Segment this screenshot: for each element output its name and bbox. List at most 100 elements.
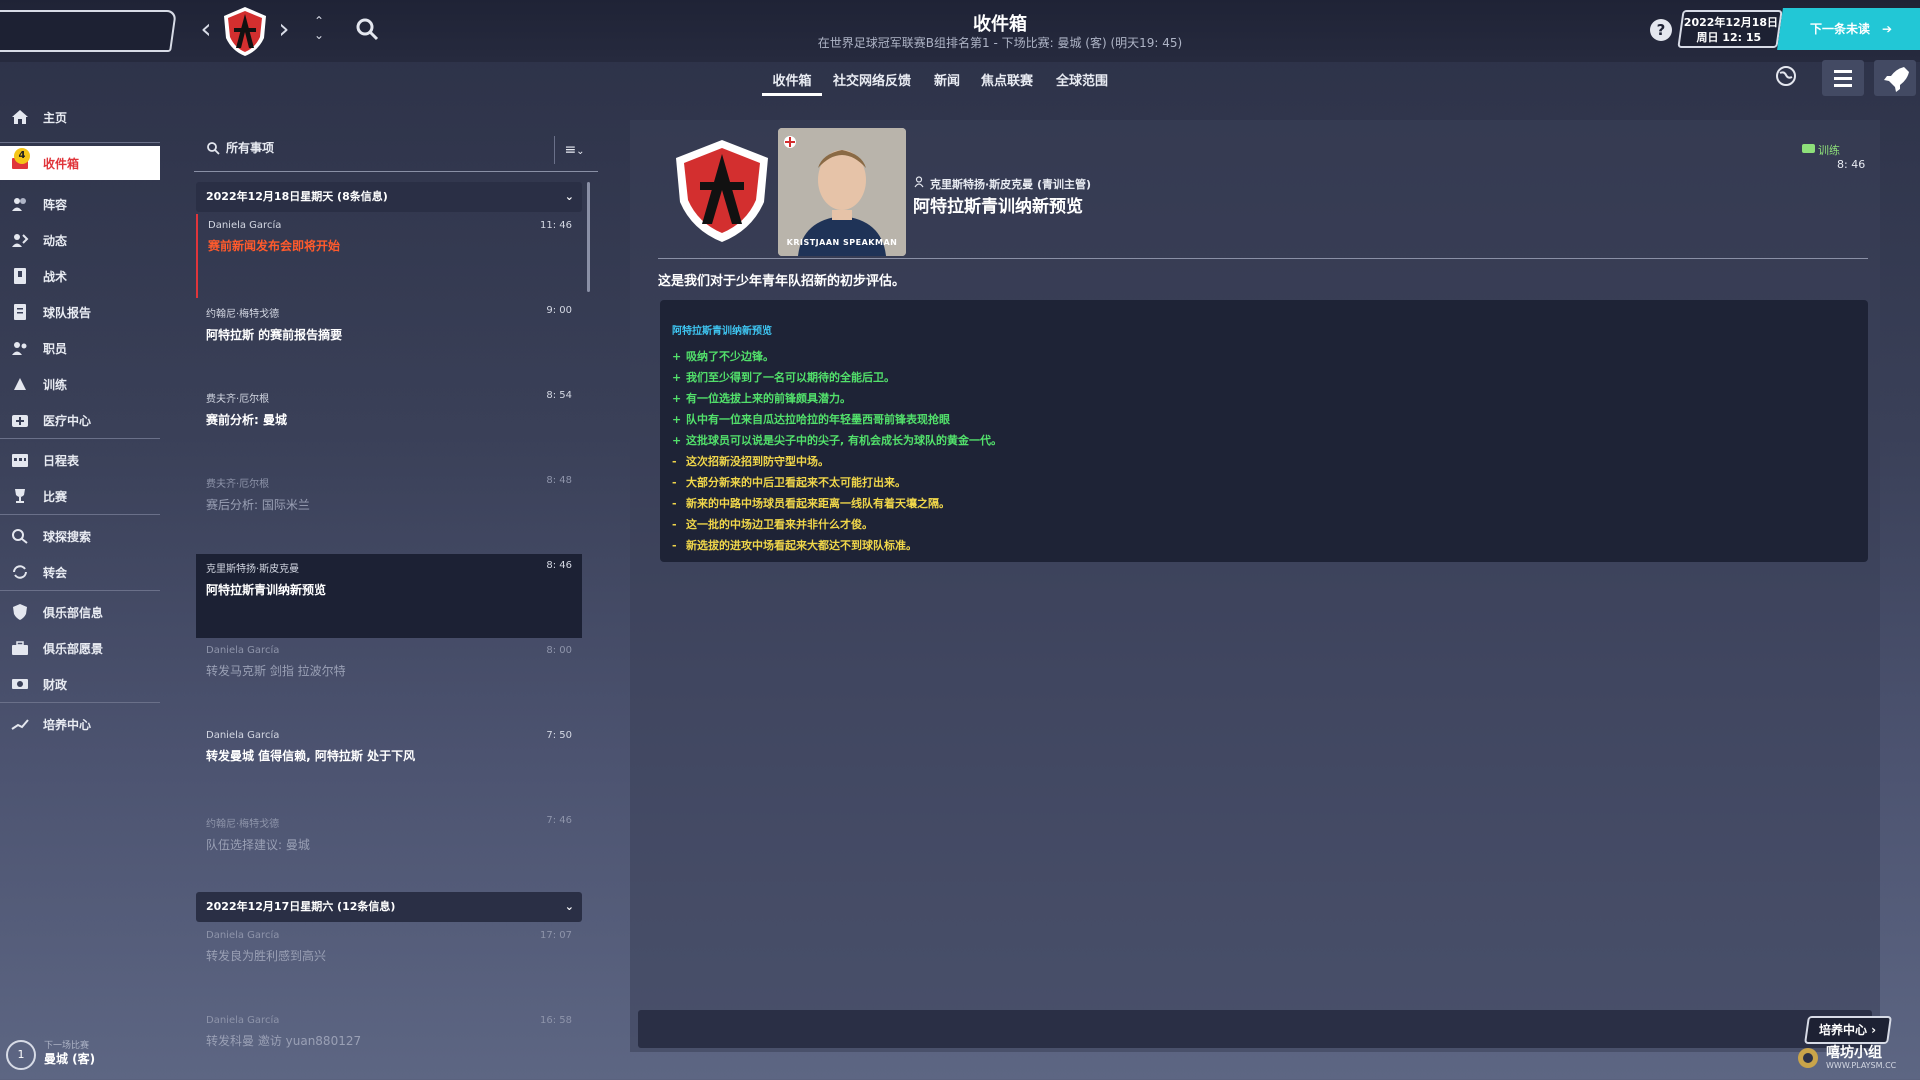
message-intro: 这是我们对于少年青年队招新的初步评估。 [658, 274, 906, 289]
person-portrait-icon [778, 128, 906, 256]
next-match-indicator[interactable]: 1 [6, 1040, 36, 1070]
club-crest-icon[interactable] [218, 4, 272, 58]
up-down-icon[interactable]: ⌃ ⌄ [310, 14, 328, 46]
sidebar-item-club-info[interactable]: 俱乐部信息 [0, 595, 160, 629]
message-sender: Daniela García [206, 645, 280, 656]
message-sender: Daniela García [206, 730, 280, 741]
club-crest-icon [676, 140, 768, 242]
report-point-positive: + 我们至少得到了一名可以期待的全能后卫。 [672, 371, 895, 384]
sidebar-item-development-center[interactable]: 培养中心 [0, 707, 160, 741]
date-group-header[interactable]: 2022年12月17日星期六 (12条信息) ⌄ [196, 892, 582, 922]
list-item[interactable]: Daniela García 8: 00 转发马克斯 剑指 拉波尔特 [196, 639, 582, 723]
list-item-selected[interactable]: 克里斯特扬·斯皮克曼 8: 46 阿特拉斯青训纳新预览 [196, 554, 582, 638]
message-time: 9: 00 [546, 305, 572, 316]
sidebar-item-home[interactable]: 主页 [0, 100, 160, 134]
sidebar-item-training[interactable]: 训练 [0, 367, 160, 401]
message-sender: 约翰尼·梅特戈德 [206, 819, 280, 830]
tab-focus-leagues[interactable]: 焦点联赛 [978, 70, 1036, 92]
time-line: 周日 12: 15 [1696, 31, 1762, 44]
category-tag[interactable]: 训练 [1818, 142, 1840, 158]
sidebar-item-staff[interactable]: 职员 [0, 331, 160, 365]
sidebar-item-dynamics[interactable]: 动态 [0, 223, 160, 257]
sidebar-item-schedule[interactable]: 日程表 [0, 443, 160, 477]
sidebar-item-scouting[interactable]: 球探搜索 [0, 519, 160, 553]
sidebar-item-label: 收件箱 [43, 156, 80, 171]
report-point-positive: + 队中有一位来自瓜达拉哈拉的年轻墨西哥前锋表现抢眼 [672, 413, 950, 426]
list-item[interactable]: 费夫齐·厄尔根 8: 48 赛后分析: 国际米兰 [196, 469, 582, 553]
all-items-filter[interactable]: 所有事项 [226, 139, 274, 156]
finance-icon [10, 675, 30, 693]
message-subject: 转发科曼 邀访 yuan880127 [206, 1034, 362, 1048]
home-icon [10, 108, 30, 126]
tab-social-feedback[interactable]: 社交网络反馈 [830, 70, 914, 92]
search-icon[interactable] [354, 16, 380, 42]
list-item[interactable]: Daniela García 7: 50 转发曼城 值得信赖, 阿特拉斯 处于下… [196, 724, 582, 808]
list-header: 所有事项 ≡⌄ [194, 128, 598, 172]
rocket-button[interactable] [1874, 60, 1916, 96]
watermark-url: WWW.PLAYSM.CC [1826, 1061, 1897, 1070]
list-item[interactable]: Daniela García 11: 46 赛前新闻发布会即将开始 [196, 214, 582, 298]
world-icon[interactable] [1774, 64, 1798, 88]
calendar-icon [10, 451, 30, 469]
date-group-label: 2022年12月17日星期六 (12条信息) [206, 900, 396, 913]
sidebar-item-club-vision[interactable]: 俱乐部愿景 [0, 631, 160, 665]
report-point-negative: - 新选拔的进攻中场看起来大都达不到球队标准。 [672, 539, 917, 552]
chevron-down-icon: ⌄ [576, 146, 585, 157]
sidebar-divider [0, 438, 160, 439]
date-group-header[interactable]: 2022年12月18日星期天 (8条信息) ⌄ [196, 182, 582, 212]
sidebar-item-label: 培养中心 [43, 717, 92, 732]
report-title[interactable]: 阿特拉斯青训纳新预览 [672, 322, 1856, 337]
training-icon [10, 375, 30, 393]
sender-name[interactable]: 克里斯特扬·斯皮克曼 (青训主管) [930, 176, 1091, 192]
list-scrollbar[interactable] [587, 182, 590, 292]
next-match-value[interactable]: 曼城 (客) [44, 1050, 95, 1067]
sidebar-item-inbox[interactable]: 收件箱 4 [0, 146, 160, 180]
message-detail-panel: KRISTJAAN SPEAKMAN 克里斯特扬·斯皮克曼 (青训主管) 阿特拉… [630, 120, 1892, 1052]
message-subject: 转发马克斯 剑指 拉波尔特 [206, 664, 346, 678]
squad-icon [10, 195, 30, 213]
sidebar-divider [0, 702, 160, 703]
rocket-icon [1884, 67, 1909, 92]
list-item[interactable]: Daniela García 16: 58 转发科曼 邀访 yuan880127 [196, 1009, 582, 1080]
list-item[interactable]: 约翰尼·梅特戈德 9: 00 阿特拉斯 的赛前报告摘要 [196, 299, 582, 383]
message-sender: 费夫齐·厄尔根 [206, 394, 270, 405]
sender-photo: KRISTJAAN SPEAKMAN [778, 128, 906, 256]
message-time: 17: 07 [540, 930, 572, 941]
tab-inbox[interactable]: 收件箱 [762, 70, 822, 96]
sidebar-item-team-report[interactable]: 球队报告 [0, 295, 160, 329]
sidebar-item-label: 俱乐部信息 [43, 605, 104, 620]
list-item[interactable]: 约翰尼·梅特戈德 7: 46 队伍选择建议: 曼城 [196, 809, 582, 893]
search-icon [207, 142, 220, 155]
sidebar-item-label: 球队报告 [43, 305, 92, 320]
global-search-box[interactable] [0, 10, 177, 52]
date-display[interactable]: 2022年12月18日 周日 12: 15 [1677, 10, 1783, 48]
menu-button[interactable] [1822, 60, 1864, 96]
scouting-icon [10, 527, 30, 545]
sidebar-item-tactics[interactable]: 战术 [0, 259, 160, 293]
forward-arrow-icon[interactable]: › [272, 14, 296, 44]
sidebar-item-finances[interactable]: 财政 [0, 667, 160, 701]
report-point-negative: - 大部分新来的中后卫看起来不太可能打出来。 [672, 476, 906, 489]
sidebar: 主页 收件箱 4 阵容 动态 战术 球队报告 职员 训练 医疗中心 日程表 比赛 [0, 100, 160, 1080]
back-arrow-icon[interactable]: ‹ [194, 14, 218, 44]
list-item[interactable]: Daniela García 17: 07 转发良为胜利感到高兴 [196, 924, 582, 1008]
next-unread-button[interactable]: 下一条未读 ➔ [1777, 8, 1920, 50]
tab-global[interactable]: 全球范围 [1052, 70, 1112, 92]
sidebar-item-competitions[interactable]: 比赛 [0, 479, 160, 513]
tab-news[interactable]: 新闻 [930, 70, 964, 92]
sidebar-item-label: 动态 [43, 233, 68, 248]
sidebar-item-transfers[interactable]: 转会 [0, 555, 160, 589]
tactics-icon [10, 267, 30, 285]
sidebar-item-squad[interactable]: 阵容 [0, 187, 160, 221]
message-time: 8: 48 [546, 475, 572, 486]
filter-menu-button[interactable]: ≡⌄ [554, 136, 594, 164]
list-item[interactable]: 费夫齐·厄尔根 8: 54 赛前分析: 曼城 [196, 384, 582, 468]
sidebar-item-label: 医疗中心 [43, 413, 92, 428]
watermark-text: 嘻坊小组 [1826, 1045, 1882, 1061]
sidebar-item-medical-center[interactable]: 医疗中心 [0, 403, 160, 437]
help-icon[interactable]: ? [1650, 19, 1672, 41]
message-sender: Daniela García [206, 930, 280, 941]
message-sender: 克里斯特扬·斯皮克曼 [206, 564, 300, 575]
date-group-label: 2022年12月18日星期天 (8条信息) [206, 190, 388, 203]
arrow-circle-icon: ➔ [1882, 22, 1893, 36]
